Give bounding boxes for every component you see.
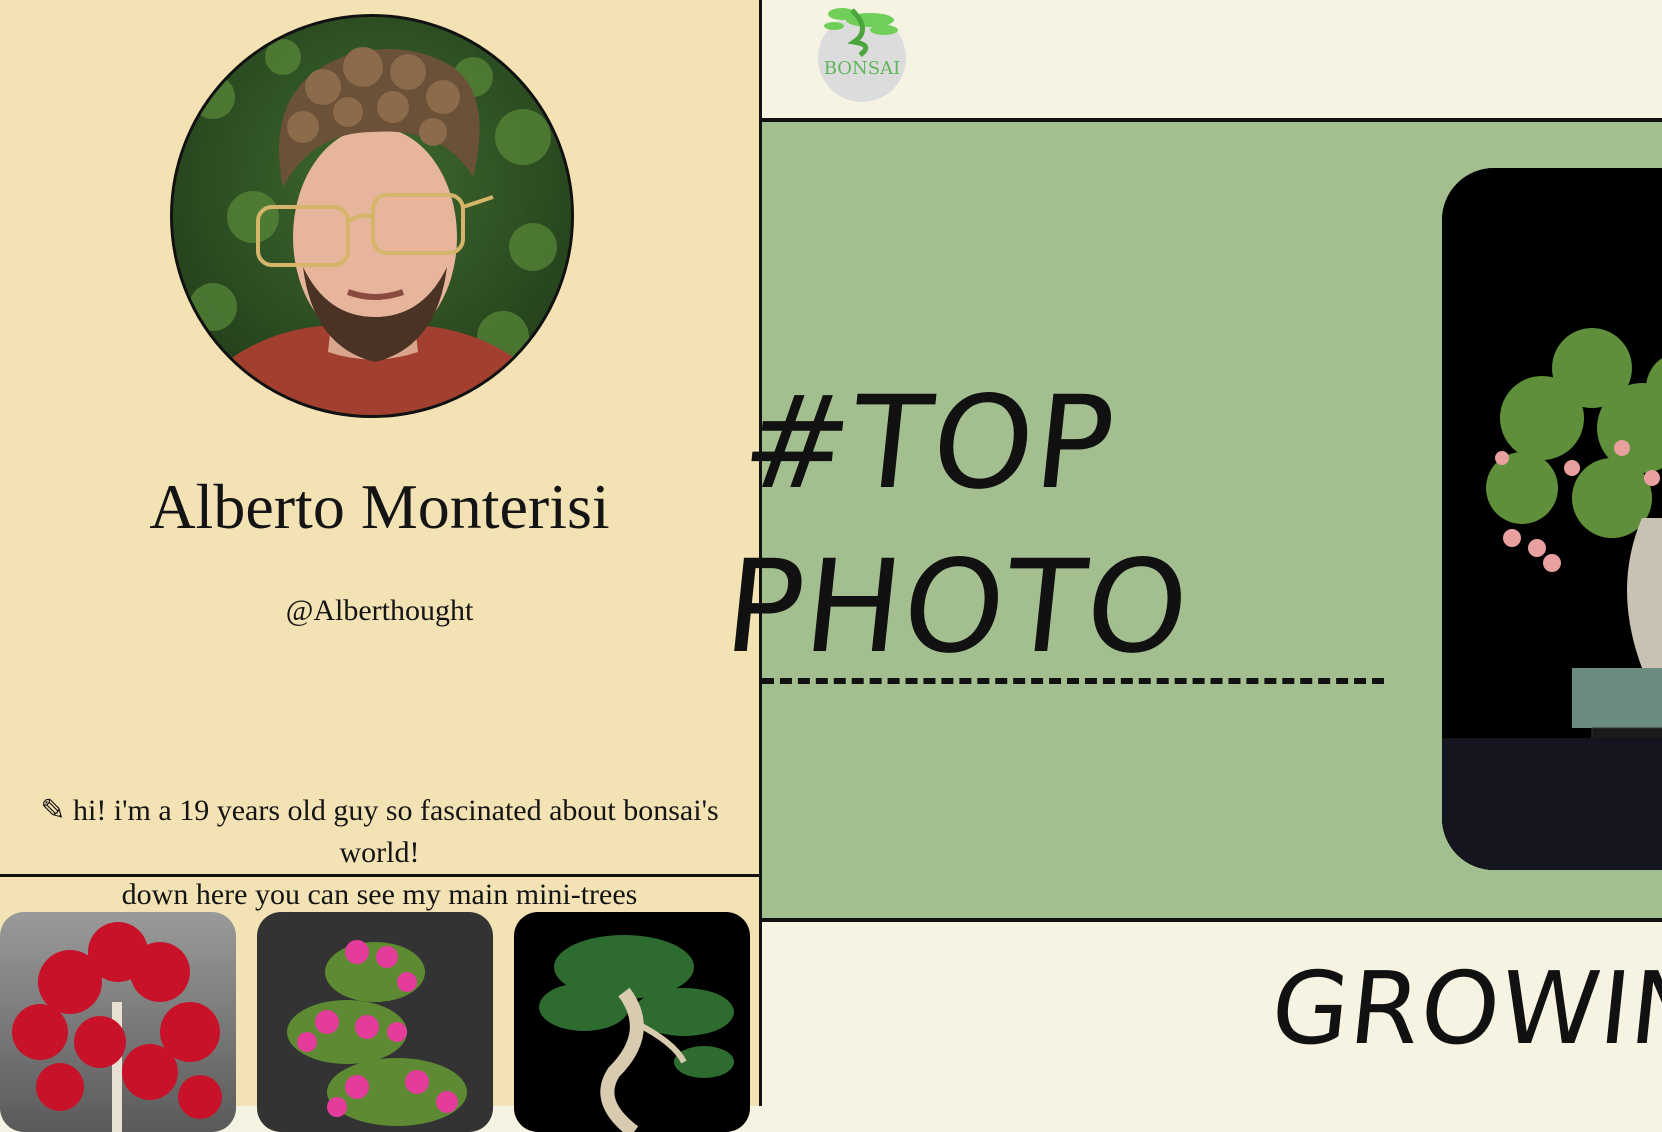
fruit-bonsai-image	[1442, 168, 1662, 870]
bio-line: ✎ hi! i'm a 19 years old guy so fascinat…	[40, 794, 719, 869]
profile-bio: ✎ hi! i'm a 19 years old guy so fascinat…	[0, 790, 759, 916]
gallery-item-juniper[interactable]	[514, 912, 750, 1132]
top-navbar: BONSAI	[762, 0, 1662, 122]
growing-heading: GROWING	[1265, 950, 1662, 1067]
profile-avatar[interactable]	[170, 14, 574, 418]
gallery-item-azalea[interactable]	[257, 912, 493, 1132]
azalea-image	[287, 940, 467, 1126]
profile-handle[interactable]: @Alberthought	[0, 594, 759, 628]
profile-name: Alberto Monterisi	[149, 471, 610, 542]
top-photo-heading: #TOP PHOTO	[718, 362, 1216, 690]
divider	[0, 874, 759, 877]
bonsai-logo[interactable]: BONSAI	[812, 0, 912, 108]
top-photo-section: #TOP PHOTO	[718, 122, 1662, 922]
bio-line: down here you can see my main mini-trees	[121, 878, 638, 911]
profile-panel: Alberto Monterisi @Alberthought ✎ hi! i'…	[0, 0, 762, 1132]
avatar-photo	[173, 17, 571, 415]
red-maple-image	[12, 922, 222, 1132]
logo-text: BONSAI	[823, 58, 901, 79]
bonsai-gallery	[0, 912, 759, 1132]
bonsai-logo-icon	[818, 8, 906, 102]
juniper-image	[539, 935, 734, 1132]
heading-line: #TOP	[735, 369, 1123, 518]
gallery-item-red-maple[interactable]	[0, 912, 236, 1132]
heading-line: PHOTO	[718, 533, 1198, 682]
top-photo-image[interactable]	[1442, 168, 1662, 870]
dashed-divider	[762, 678, 1384, 684]
main-content: BONSAI #TOP PHOTO GROWING	[718, 0, 1662, 1106]
